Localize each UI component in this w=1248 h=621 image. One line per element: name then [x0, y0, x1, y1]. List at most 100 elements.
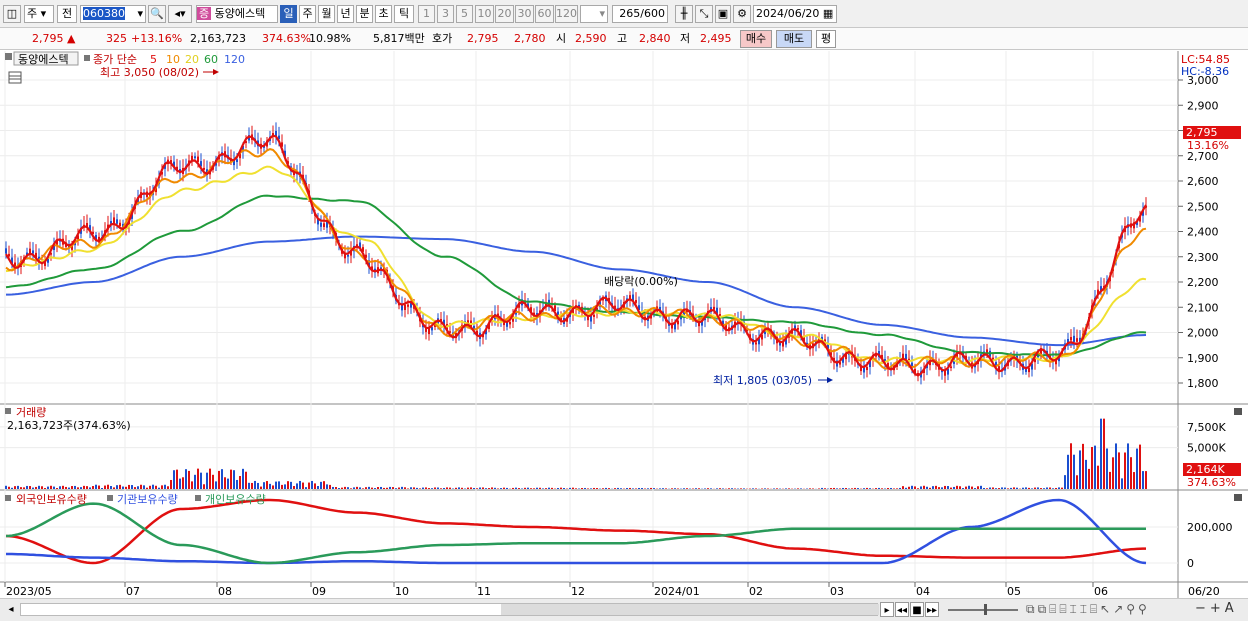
volume-bar	[200, 472, 202, 489]
volume-bar	[212, 474, 214, 489]
candle-body	[197, 156, 199, 162]
volume-bar	[905, 487, 907, 489]
volume-bar	[947, 486, 949, 489]
stock-chart[interactable]: 3,0002,9002,8002,7002,6002,5002,4002,300…	[0, 51, 1248, 598]
volume-bar	[1076, 475, 1078, 489]
data-grid-icon[interactable]	[8, 71, 22, 84]
volume-bar	[65, 486, 67, 489]
stop-icon[interactable]: ■	[910, 602, 924, 617]
volume-bar	[272, 485, 274, 489]
period-select[interactable]: 주 ▾	[24, 5, 54, 23]
period-tab-tick[interactable]: 틱	[394, 5, 414, 23]
scroll-right-icon[interactable]: ▸	[880, 602, 894, 617]
holding-close-icon[interactable]	[1234, 494, 1242, 501]
volume-bar	[740, 488, 742, 489]
view-mode-button[interactable]: 전	[57, 5, 77, 23]
volume-bar	[572, 487, 574, 489]
volume-bar	[716, 488, 718, 489]
candle-body	[119, 222, 121, 227]
sell-button[interactable]: 매도	[776, 30, 812, 48]
line-tool-icon[interactable]: ⤡	[695, 5, 713, 23]
low-label: 저	[680, 32, 691, 45]
holding-menu-icon[interactable]	[5, 495, 11, 501]
scroll-track[interactable]	[20, 603, 879, 616]
volume-bar	[53, 486, 55, 489]
volume-bar	[1085, 459, 1087, 489]
volume-bar	[917, 488, 919, 489]
volume-bar	[434, 487, 436, 489]
scroll-left-icon[interactable]: ◂	[4, 602, 18, 617]
volume-bar	[824, 488, 826, 489]
panel-menu-icon[interactable]	[5, 53, 12, 60]
period-tab-month[interactable]: 월	[318, 5, 335, 23]
volume-bar	[659, 488, 661, 489]
interval-custom-select[interactable]: ▾	[580, 5, 608, 23]
volume-bar	[365, 487, 367, 489]
volume-bar	[683, 488, 685, 489]
stock-code-input[interactable]: 060380 ▾	[80, 5, 146, 23]
volume-close-icon[interactable]	[1234, 408, 1242, 415]
period-tab-minute[interactable]: 분	[356, 5, 373, 23]
zoom-slider[interactable]	[948, 609, 1018, 611]
volume-bar	[995, 488, 997, 489]
volume-bar	[881, 488, 883, 489]
volume-bar	[92, 486, 94, 489]
time-tick-label: 09	[312, 585, 326, 598]
save-icon[interactable]: ▣	[715, 5, 731, 23]
volume-bar	[158, 487, 160, 489]
volume-bar	[206, 472, 208, 489]
buy-button[interactable]: 매수	[740, 30, 772, 48]
zoom-controls-icon[interactable]: −+A	[1195, 601, 1238, 616]
date-input[interactable]: 2024/06/20 ▦	[753, 5, 837, 23]
period-tab-year[interactable]: 년	[337, 5, 354, 23]
legend-menu-icon[interactable]	[84, 55, 90, 61]
volume-bar	[242, 468, 244, 489]
volume-bar	[539, 487, 541, 489]
period-tab-week[interactable]: 주	[299, 5, 316, 23]
drawing-tools-icon[interactable]: ⧉⧉⌸⌸⌶⌶⌸↖↗⚲⚲	[1026, 602, 1150, 617]
volume-bar	[1115, 443, 1117, 489]
scroll-thumb[interactable]	[501, 604, 879, 615]
interval-30[interactable]: 30	[515, 5, 534, 23]
search-icon[interactable]: 🔍	[148, 5, 166, 23]
interval-60[interactable]: 60	[535, 5, 554, 23]
candle-body	[905, 353, 907, 360]
volume-bar	[470, 487, 472, 489]
volume-bar	[830, 488, 832, 489]
period-tab-day[interactable]: 일	[280, 5, 297, 23]
chart-scroll-bar: ◂ ▸ ◂◂ ■ ▸▸ ⧉⧉⌸⌸⌶⌶⌸↖↗⚲⚲ −+A	[0, 598, 1248, 621]
interval-10[interactable]: 10	[475, 5, 494, 23]
interval-3[interactable]: 3	[437, 5, 454, 23]
interval-5[interactable]: 5	[456, 5, 473, 23]
volume-bar	[1058, 487, 1060, 489]
volume-bar	[929, 487, 931, 489]
interval-120[interactable]: 120	[555, 5, 578, 23]
holding-tick-label: 0	[1187, 557, 1194, 570]
volume-menu-icon[interactable]	[5, 408, 11, 414]
volume-bar	[32, 487, 34, 489]
volume-bar	[1040, 488, 1042, 489]
interval-1[interactable]: 1	[418, 5, 435, 23]
price-tick-label: 2,400	[1187, 226, 1219, 239]
interval-20[interactable]: 20	[495, 5, 514, 23]
volume-bar	[974, 488, 976, 489]
layout-icon[interactable]: ◫	[3, 5, 21, 23]
fast-forward-icon[interactable]: ▸▸	[925, 602, 939, 617]
volume-bar	[287, 481, 289, 489]
legend-ma5: 5	[150, 53, 157, 66]
volume-bar	[77, 487, 79, 489]
candle-body	[713, 306, 715, 310]
volume-bar	[344, 486, 346, 489]
candle-type-icon[interactable]: ╫	[675, 5, 693, 23]
sound-icon[interactable]: ◂▾	[168, 5, 192, 23]
settings-gear-icon[interactable]: ⚙	[733, 5, 751, 23]
volume-bar	[614, 488, 616, 489]
eval-button[interactable]: 평	[816, 30, 836, 48]
zoom-slider-thumb[interactable]	[984, 604, 987, 615]
rewind-icon[interactable]: ◂◂	[895, 602, 909, 617]
volume-bar	[281, 484, 283, 489]
stock-name-field[interactable]: 증 동양에스텍	[196, 5, 278, 23]
volume-bar	[788, 488, 790, 489]
count-input[interactable]: 265/600	[612, 5, 668, 23]
period-tab-second[interactable]: 초	[375, 5, 392, 23]
